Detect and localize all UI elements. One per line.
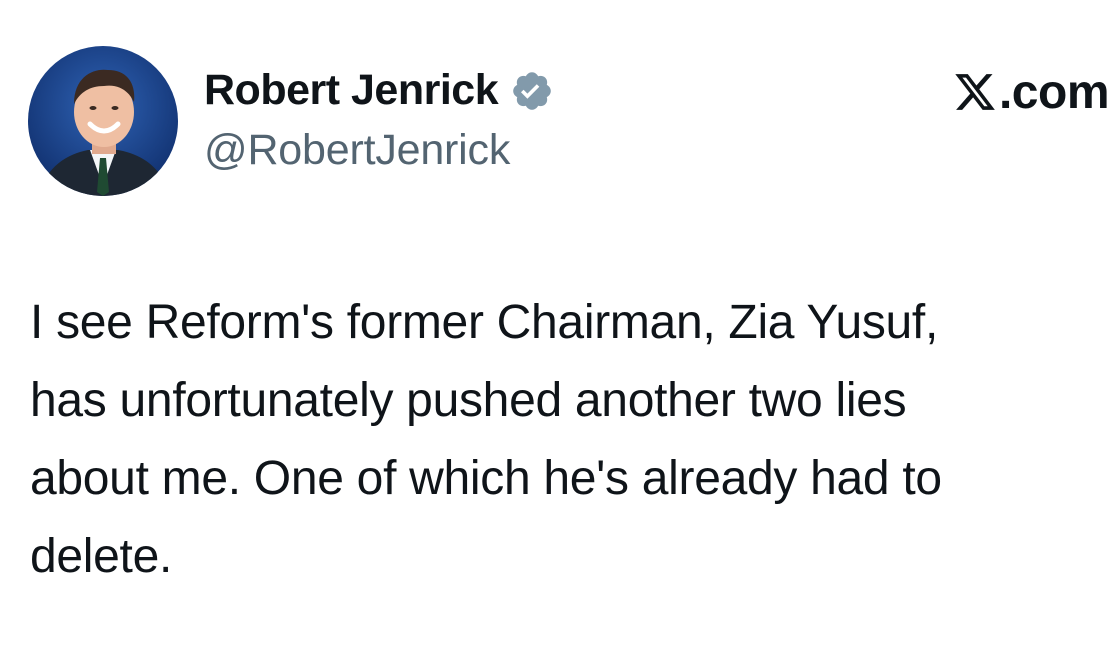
avatar[interactable] xyxy=(28,46,178,196)
site-domain-text: .com xyxy=(998,65,1110,119)
author-display-name[interactable]: Robert Jenrick xyxy=(204,66,499,115)
tweet-line: about me. One of which he's already had … xyxy=(30,452,942,505)
profile-photo xyxy=(28,46,178,196)
x-logo-icon xyxy=(955,74,995,110)
site-watermark: .com xyxy=(953,64,1110,120)
author-handle[interactable]: @RobertJenrick xyxy=(204,126,510,175)
tweet-body: I see Reform's former Chairman, Zia Yusu… xyxy=(30,284,1115,596)
tweet-line: I see Reform's former Chairman, Zia Yusu… xyxy=(30,296,939,349)
verified-badge-icon xyxy=(513,72,551,110)
tweet-line: delete. xyxy=(30,530,173,583)
tweet-card: Robert Jenrick @RobertJenrick .com I see… xyxy=(0,0,1119,649)
author-name-row[interactable]: Robert Jenrick xyxy=(204,64,554,116)
tweet-line: has unfortunately pushed another two lie… xyxy=(30,374,907,427)
